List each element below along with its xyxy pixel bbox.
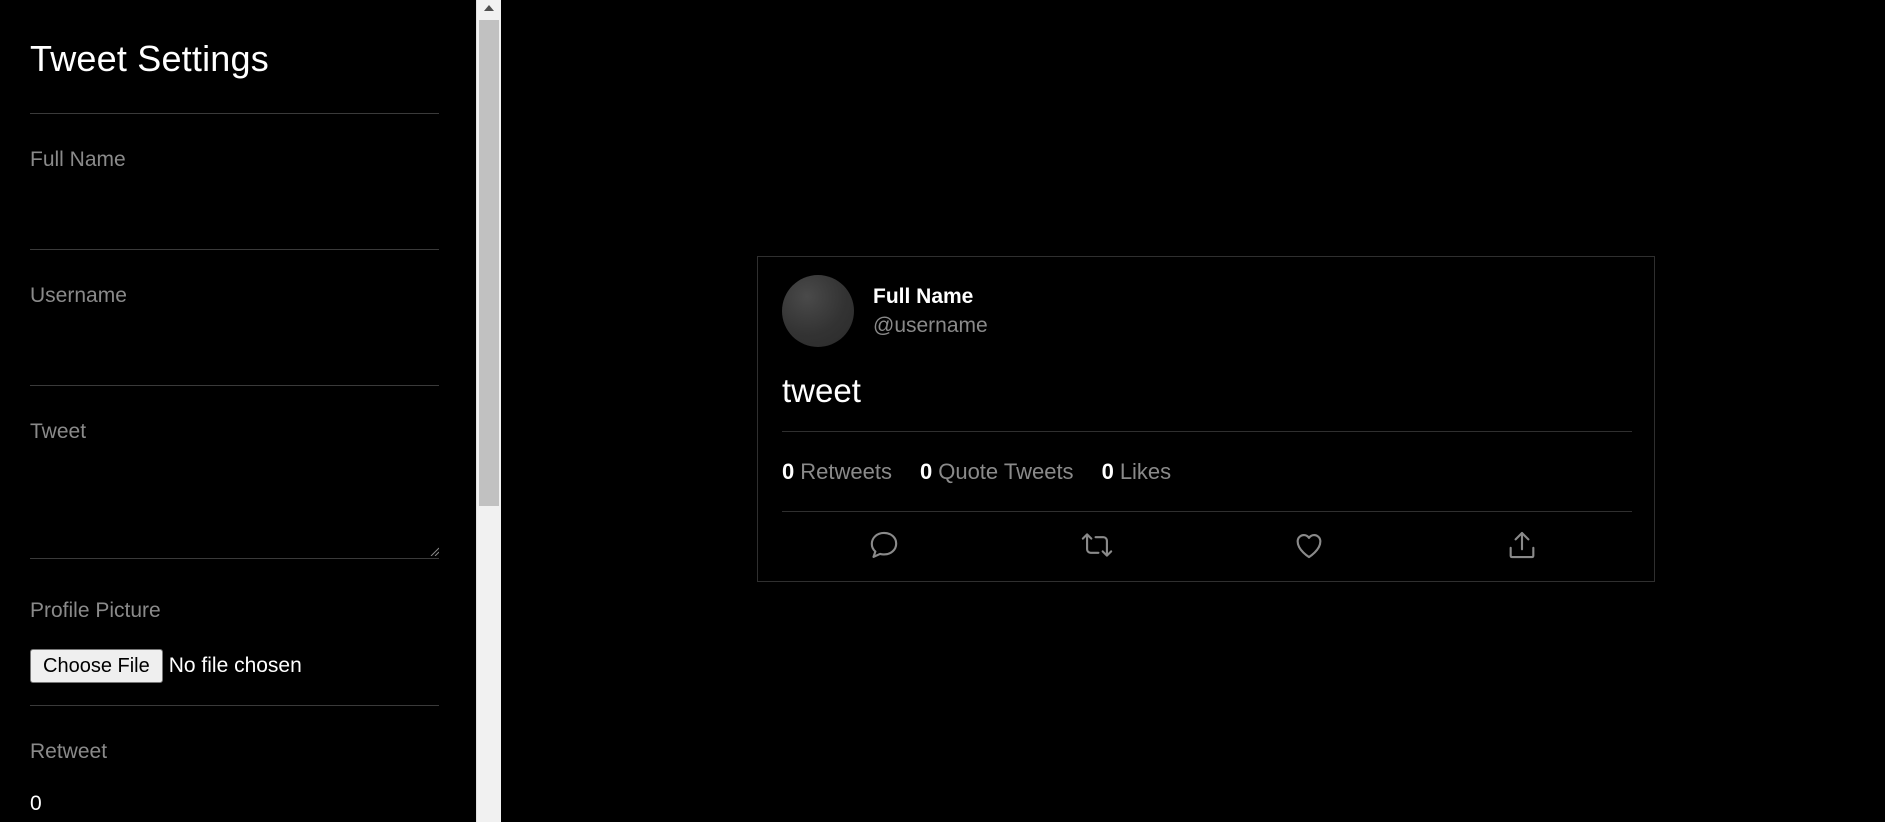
tweet-text-divider [782,431,1632,432]
tweet-label: Tweet [30,420,87,443]
settings-title: Tweet Settings [30,38,269,79]
profile-picture-label: Profile Picture [30,599,161,622]
tweet-textarea[interactable] [30,458,439,558]
likes-count: 0 [1101,459,1114,484]
username-input[interactable] [30,349,439,386]
like-icon [1296,534,1322,559]
quotes-stat: 0 Quote Tweets [920,459,1074,485]
reply-icon [870,531,898,558]
tweet-display-name: Full Name [873,285,974,308]
reply-button[interactable] [866,527,902,563]
retweets-label: Retweets [800,459,892,484]
file-input: Choose File No file chosen [30,649,302,683]
app-root: Tweet Settings Full Name Username Tweet … [0,0,1885,822]
likes-stat: 0 Likes [1102,459,1172,485]
quotes-count: 0 [919,459,933,484]
settings-panel: Tweet Settings Full Name Username Tweet … [0,0,476,822]
retweet-icon [1081,533,1113,557]
retweet-value[interactable]: 0 [30,792,42,816]
settings-scrollbar[interactable] [476,0,501,822]
scroll-thumb[interactable] [479,20,499,506]
retweets-count: 0 [782,459,795,484]
full-name-label: Full Name [30,148,126,171]
resize-grip-icon[interactable] [429,546,439,556]
avatar [782,275,854,347]
retweet-button[interactable] [1079,527,1115,563]
title-divider [30,113,439,114]
quotes-label: Quote Tweets [938,459,1074,484]
profile-picture-divider [30,705,439,706]
tweet-actions [782,527,1632,567]
tweet-card: Full Name @username tweet 0 Retweets 0 Quo… [757,256,1655,582]
choose-file-button[interactable]: Choose File [30,649,163,683]
scroll-up-arrow-icon[interactable] [484,5,494,11]
file-status: No file chosen [168,654,302,677]
username-label: Username [30,284,127,307]
full-name-input[interactable] [30,213,439,250]
stats-divider [782,511,1632,512]
tweet-stats: 0 Retweets 0 Quote Tweets 0 Likes [782,459,1171,485]
likes-label: Likes [1119,459,1172,484]
like-button[interactable] [1291,527,1327,563]
tweet-preview-area: Full Name @username tweet 0 Retweets 0 Quo… [501,0,1885,822]
tweet-handle: @username [873,314,988,337]
tweet-textarea-wrapper [30,458,439,559]
tweet-text: tweet [782,372,861,409]
retweets-stat: 0 Retweets [782,459,892,485]
retweet-label: Retweet [30,740,108,763]
share-button[interactable] [1504,527,1540,563]
share-icon [1509,531,1535,559]
